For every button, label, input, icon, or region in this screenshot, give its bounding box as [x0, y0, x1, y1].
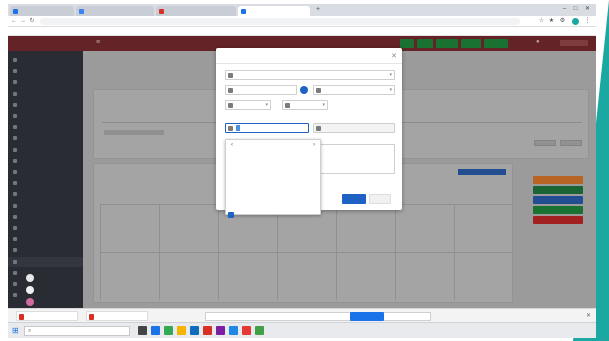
date-picker-month[interactable] [226, 141, 322, 149]
next-month-button[interactable]: › [313, 141, 315, 149]
extensions-icon[interactable]: ☆ [538, 18, 545, 25]
floating-help-button[interactable] [26, 274, 34, 282]
option-a-select[interactable]: ▾ [225, 100, 271, 110]
chevron-down-icon: ▾ [389, 87, 392, 93]
windows-taskbar: ⊞ ⌕ [8, 322, 596, 338]
pdf-file-icon [89, 314, 94, 320]
date-picker-grid [229, 150, 319, 210]
chevron-down-icon: ▾ [322, 102, 325, 108]
minimize-button[interactable]: – [560, 5, 569, 14]
extension-puzzle-icon[interactable]: ⚙ [559, 18, 566, 25]
start-date-input[interactable] [225, 123, 309, 133]
app-icon-7[interactable] [229, 326, 238, 335]
browser-tab-2[interactable] [76, 6, 154, 16]
browser-menu-icon[interactable]: ⋮ [584, 18, 591, 25]
app-icon-5[interactable] [203, 326, 212, 335]
browser-tab-3[interactable] [156, 6, 236, 16]
outlook-icon[interactable] [190, 326, 199, 335]
tag-icon [228, 73, 233, 78]
profile-avatar[interactable] [572, 18, 579, 25]
app-icon-6[interactable] [216, 326, 225, 335]
save-button[interactable] [342, 194, 366, 204]
app-icon-8[interactable] [242, 326, 251, 335]
browser-window: + – □ ✕ ← → ↻ ☆ ★ ⚙ ⋮ ≡ ● ✕ ▾ ▾ ▾ ▾ ‹ › … [8, 4, 596, 338]
download-info-secondary-button[interactable] [389, 312, 407, 321]
maximize-button[interactable]: □ [571, 5, 580, 14]
explorer-icon[interactable] [177, 326, 186, 335]
download-item-1[interactable] [16, 311, 78, 321]
app-area: ≡ ● ✕ ▾ ▾ ▾ ▾ ‹ › [8, 36, 596, 308]
start-date-value [236, 125, 240, 131]
edge-icon[interactable] [151, 326, 160, 335]
reload-icon[interactable]: ↻ [28, 17, 36, 25]
add-client-button[interactable] [300, 86, 308, 94]
close-downloads-icon[interactable]: ✕ [586, 312, 591, 319]
client-select[interactable] [225, 85, 297, 95]
list-icon [228, 103, 233, 108]
tab-favicon-icon [159, 9, 164, 14]
windows-start-icon[interactable]: ⊞ [12, 326, 21, 335]
downloads-bar: ✕ [8, 308, 596, 322]
close-window-button[interactable]: ✕ [583, 5, 592, 14]
cancel-button[interactable] [369, 194, 391, 204]
new-event-dialog: ✕ ▾ ▾ ▾ ▾ ‹ › [216, 48, 402, 218]
browser-tab-4[interactable] [238, 6, 310, 16]
floating-app-button[interactable] [26, 298, 34, 306]
event-type-select[interactable]: ▾ [225, 70, 395, 80]
calendar-icon [228, 126, 233, 131]
url-input[interactable] [40, 18, 520, 25]
address-bar-row: ← → ↻ ☆ ★ ⚙ ⋮ [8, 16, 596, 27]
option-b-select[interactable]: ▾ [282, 100, 328, 110]
app-icon-9[interactable] [255, 326, 264, 335]
end-date-input[interactable] [313, 123, 395, 133]
bookmark-star-icon[interactable]: ★ [548, 18, 555, 25]
pdf-file-icon [19, 314, 24, 320]
task-view-icon[interactable] [138, 326, 147, 335]
all-day-checkbox[interactable] [228, 212, 234, 218]
bookmarks-bar [8, 27, 596, 36]
back-icon[interactable]: ← [10, 17, 18, 25]
tab-favicon-icon [13, 9, 18, 14]
close-icon[interactable]: ✕ [391, 52, 397, 60]
person-icon [285, 103, 290, 108]
new-tab-button[interactable]: + [314, 6, 322, 14]
forward-icon[interactable]: → [19, 17, 27, 25]
browser-tab-1[interactable] [10, 6, 74, 16]
tab-strip: + – □ ✕ [8, 4, 596, 16]
dialog-header: ✕ [216, 48, 402, 64]
person-icon [228, 88, 233, 93]
responsible-select[interactable]: ▾ [313, 85, 395, 95]
chevron-down-icon: ▾ [265, 102, 268, 108]
date-picker-popup: ‹ › [225, 139, 322, 218]
floating-chat-button[interactable] [26, 286, 34, 294]
chrome-icon[interactable] [164, 326, 173, 335]
download-item-2[interactable] [86, 311, 148, 321]
user-icon [316, 88, 321, 93]
chevron-down-icon: ▾ [389, 72, 392, 78]
tab-favicon-icon [241, 9, 246, 14]
calendar-icon [316, 126, 321, 131]
tab-favicon-icon [79, 9, 84, 14]
download-info-primary-button[interactable] [350, 312, 384, 321]
screenshot-frame: + – □ ✕ ← → ↻ ☆ ★ ⚙ ⋮ ≡ ● ✕ ▾ ▾ ▾ ▾ ‹ › … [0, 0, 609, 341]
search-icon: ⌕ [28, 328, 32, 334]
taskbar-search-input[interactable]: ⌕ [24, 326, 130, 336]
